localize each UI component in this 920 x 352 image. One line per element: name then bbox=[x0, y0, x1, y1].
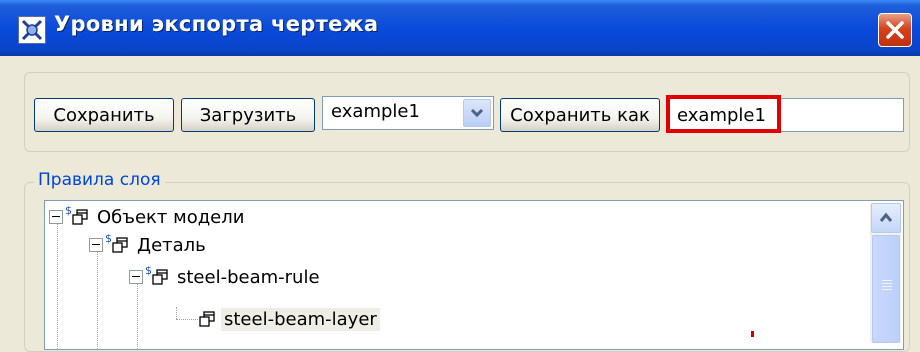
scrollbar-thumb[interactable] bbox=[872, 235, 900, 343]
rule-marker-icon: $ bbox=[105, 231, 112, 245]
thumb-grip bbox=[882, 289, 892, 290]
tree-node-label: steel-beam-rule bbox=[177, 266, 320, 288]
dropdown-arrow-button[interactable] bbox=[463, 99, 491, 127]
tree-node-steel-beam-layer[interactable]: steel-beam-layer bbox=[199, 305, 380, 333]
tree-node-label: Деталь bbox=[137, 234, 206, 256]
thumb-grip bbox=[882, 283, 892, 284]
preset-select[interactable]: example1 bbox=[322, 96, 494, 130]
scroll-up-icon bbox=[879, 212, 893, 222]
title-bar[interactable]: Уровни экспорта чертежа bbox=[0, 0, 920, 56]
scroll-up-button[interactable] bbox=[871, 203, 901, 233]
tree-scrollbar[interactable] bbox=[870, 203, 901, 343]
rule-marker-icon: $ bbox=[65, 203, 72, 217]
red-mark bbox=[751, 331, 754, 337]
thumb-grip bbox=[882, 286, 892, 287]
rules-tree[interactable]: $ Объект модели $ Деталь $ steel-beam-ru… bbox=[44, 200, 904, 350]
object-node-icon bbox=[199, 311, 215, 327]
layer-rules-legend: Правила слоя bbox=[34, 170, 165, 190]
object-node-icon bbox=[112, 237, 128, 253]
object-node-icon bbox=[152, 269, 168, 285]
load-button[interactable]: Загрузить bbox=[181, 98, 315, 132]
close-icon bbox=[886, 21, 904, 39]
tree-connector bbox=[97, 251, 98, 349]
collapse-toggle-icon[interactable] bbox=[49, 210, 63, 224]
save-button[interactable]: Сохранить bbox=[34, 98, 174, 132]
chevron-down-icon bbox=[470, 108, 484, 118]
tree-node-detail[interactable]: $ Деталь bbox=[89, 231, 209, 259]
name-field[interactable] bbox=[668, 98, 905, 132]
preset-select-value: example1 bbox=[331, 101, 420, 122]
close-button[interactable] bbox=[878, 13, 912, 47]
tree-node-label: Объект модели bbox=[97, 206, 245, 228]
tree-node-steel-beam-rule[interactable]: $ steel-beam-rule bbox=[129, 263, 323, 291]
collapse-toggle-icon[interactable] bbox=[129, 270, 143, 284]
rule-marker-icon: $ bbox=[145, 263, 152, 277]
collapse-toggle-icon[interactable] bbox=[89, 238, 103, 252]
tree-connector bbox=[176, 307, 177, 319]
tree-connector bbox=[176, 319, 198, 320]
save-as-button[interactable]: Сохранить как bbox=[500, 98, 660, 132]
app-icon bbox=[18, 16, 46, 44]
thumb-grip bbox=[882, 280, 892, 281]
tree-connector bbox=[57, 223, 58, 349]
tree-node-object-model[interactable]: $ Объект модели bbox=[49, 203, 247, 231]
tree-node-label: steel-beam-layer bbox=[221, 307, 380, 331]
window-title: Уровни экспорта чертежа bbox=[54, 12, 379, 36]
name-input[interactable] bbox=[673, 101, 905, 129]
object-node-icon bbox=[72, 209, 88, 225]
